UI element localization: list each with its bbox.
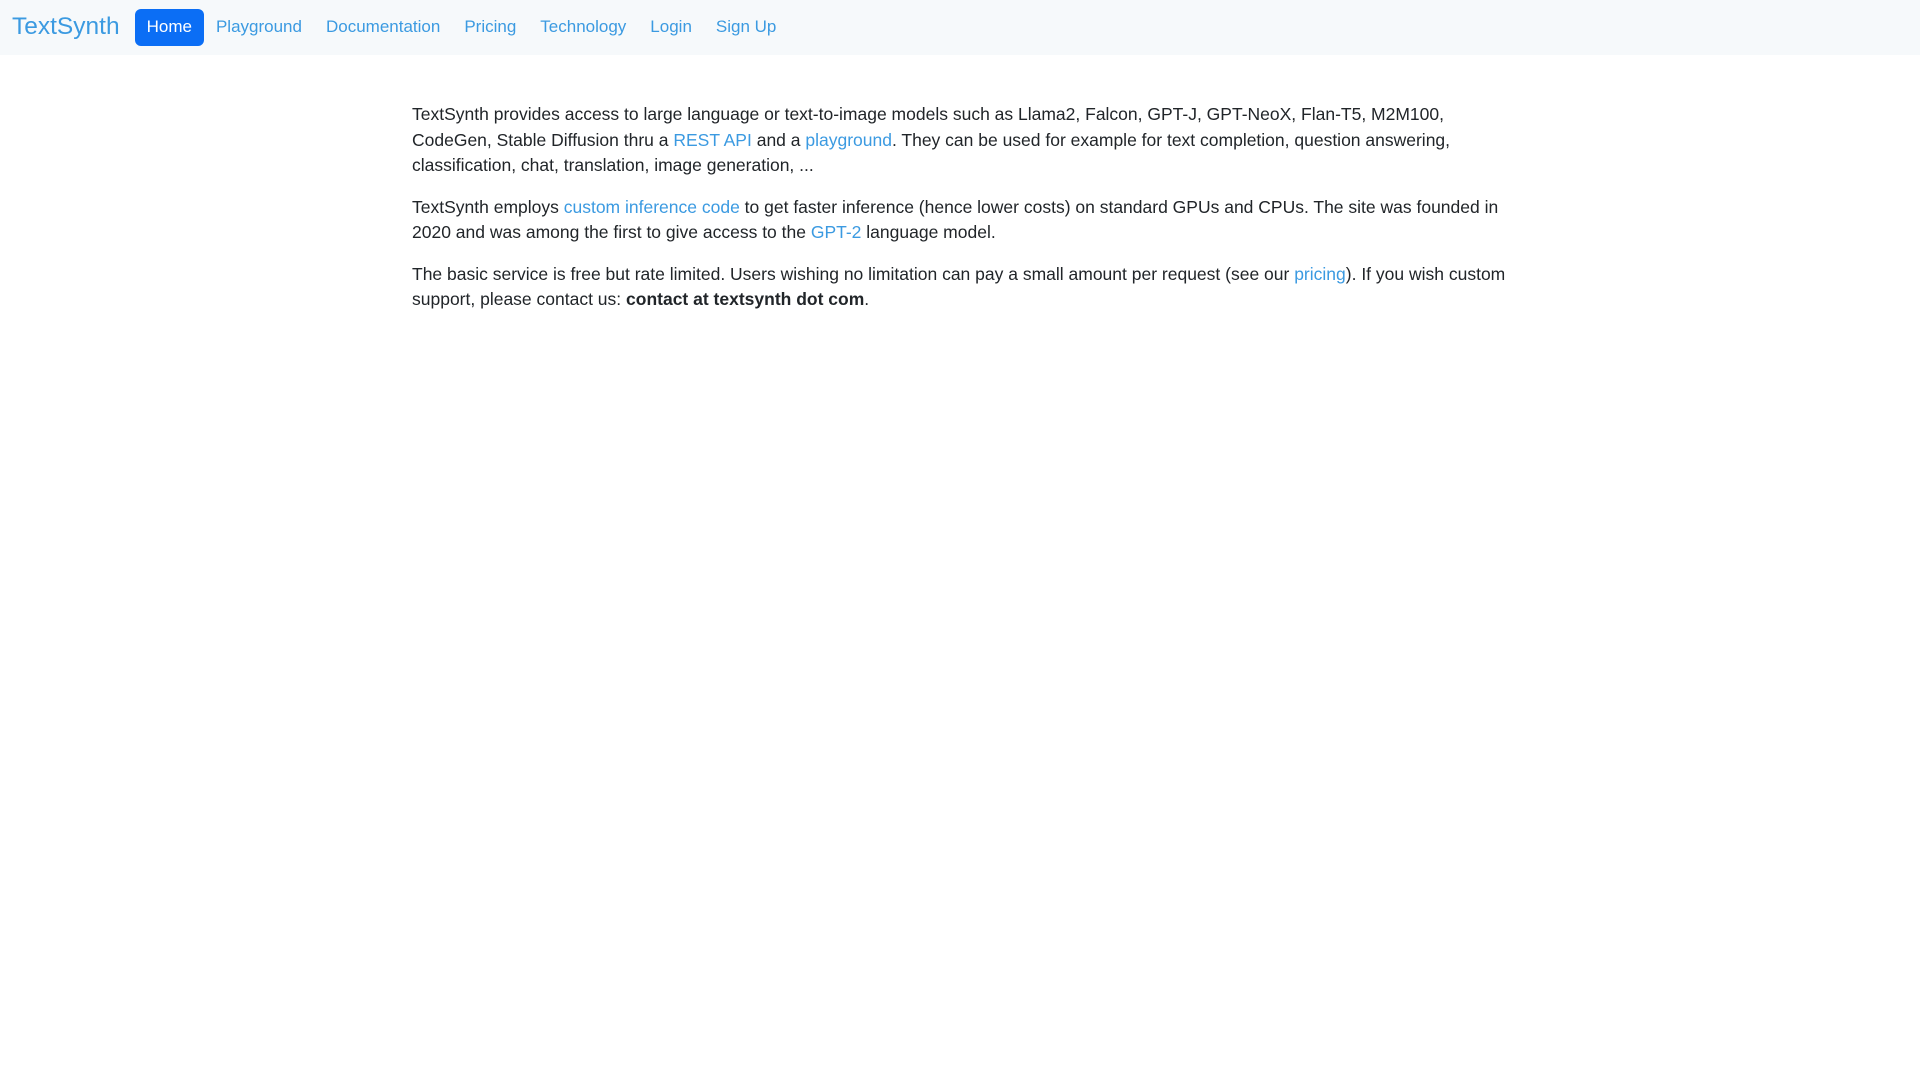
nav-link-login[interactable]: Login: [638, 9, 704, 45]
intro-text-part2: and a: [751, 129, 806, 150]
gpt2-link[interactable]: GPT-2: [811, 222, 862, 242]
rest-api-link[interactable]: REST API: [673, 130, 751, 150]
nav-item-technology: Technology: [528, 9, 638, 45]
nav-item-playground: Playground: [204, 9, 314, 45]
inference-paragraph: TextSynth employs custom inference code …: [412, 195, 1508, 246]
service-text-part1: The basic service is free but rate limit…: [412, 263, 1295, 284]
nav-item-home: Home: [134, 9, 204, 46]
nav-link-signup[interactable]: Sign Up: [704, 9, 788, 45]
nav-item-signup: Sign Up: [704, 9, 788, 45]
nav-item-pricing: Pricing: [452, 9, 528, 45]
nav-item-login: Login: [638, 9, 704, 45]
custom-inference-code-link[interactable]: custom inference code: [564, 197, 740, 217]
service-text-part3: .: [864, 289, 870, 309]
navbar-links: Home Playground Documentation Pricing Te…: [134, 9, 789, 46]
service-paragraph: The basic service is free but rate limit…: [412, 262, 1508, 313]
nav-item-documentation: Documentation: [314, 9, 452, 45]
intro-paragraph: TextSynth provides access to large langu…: [412, 102, 1508, 179]
nav-link-pricing[interactable]: Pricing: [452, 9, 528, 45]
inference-text-part1: TextSynth employs: [412, 196, 564, 217]
nav-link-home[interactable]: Home: [134, 9, 204, 46]
contact-email-text: contact at textsynth dot com: [626, 289, 865, 309]
main-content: TextSynth provides access to large langu…: [412, 55, 1508, 313]
nav-link-playground[interactable]: Playground: [204, 9, 314, 45]
main-navbar: TextSynth Home Playground Documentation …: [0, 0, 1920, 55]
navbar-brand[interactable]: TextSynth: [12, 15, 120, 40]
pricing-link[interactable]: pricing: [1294, 264, 1346, 284]
nav-link-technology[interactable]: Technology: [528, 9, 638, 45]
playground-link[interactable]: playground: [805, 130, 892, 150]
inference-text-part3: language model.: [861, 222, 996, 242]
nav-link-documentation[interactable]: Documentation: [314, 9, 452, 45]
